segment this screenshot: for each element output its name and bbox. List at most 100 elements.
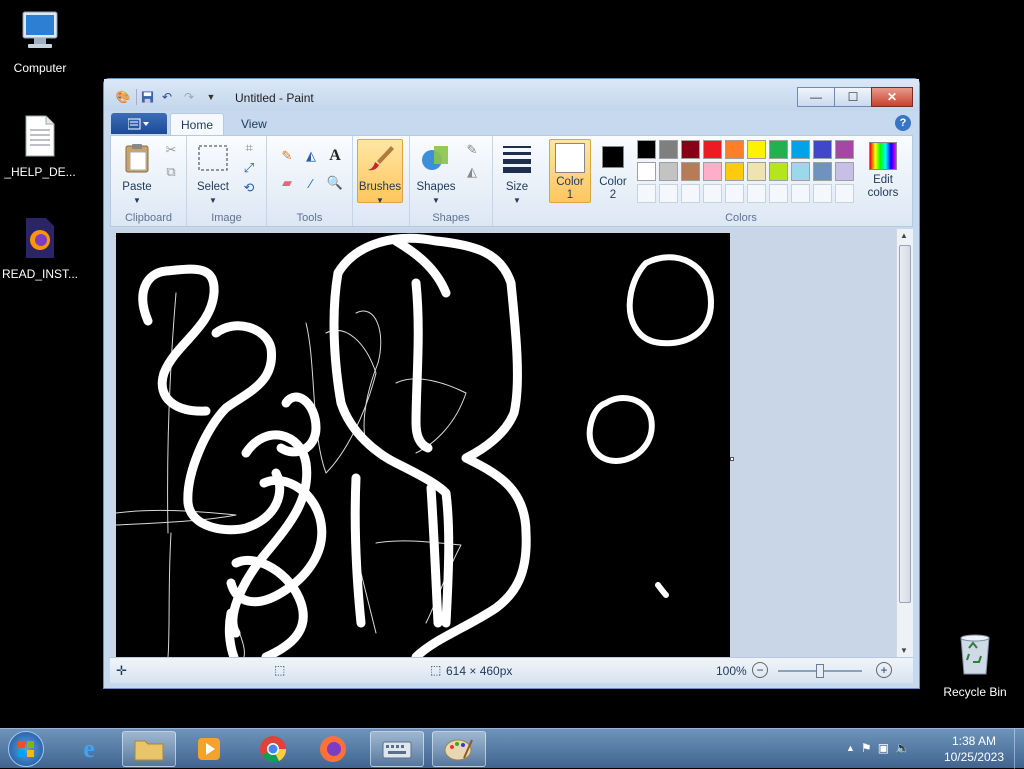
undo-icon[interactable]: ↶: [158, 89, 176, 105]
volume-muted-icon[interactable]: 🔈: [895, 741, 910, 755]
palette-swatch-empty[interactable]: [747, 184, 766, 203]
color1-button[interactable]: Color 1: [549, 139, 591, 203]
customize-toolbar-chevron-icon[interactable]: ▼: [202, 89, 220, 105]
taskbar-media-player[interactable]: [182, 731, 236, 767]
palette-swatch[interactable]: [659, 162, 678, 181]
palette-swatch-empty[interactable]: [835, 184, 854, 203]
show-desktop-button[interactable]: [1014, 729, 1024, 769]
palette-swatch[interactable]: [681, 162, 700, 181]
magnifier-icon[interactable]: 🔍: [325, 173, 345, 193]
canvas-resize-handle[interactable]: [730, 457, 734, 461]
palette-swatch[interactable]: [659, 140, 678, 159]
desktop-icon-help-file[interactable]: _HELP_DE...: [0, 114, 80, 179]
folder-icon: [134, 740, 164, 761]
zoom-slider-thumb[interactable]: [816, 664, 824, 678]
edit-colors-icon: [869, 142, 897, 170]
palette-swatch[interactable]: [769, 140, 788, 159]
palette-swatch-empty[interactable]: [791, 184, 810, 203]
palette-swatch[interactable]: [769, 162, 788, 181]
text-icon[interactable]: A: [325, 146, 345, 166]
taskbar-paint[interactable]: [432, 731, 486, 767]
palette-swatch[interactable]: [747, 162, 766, 181]
shapes-button[interactable]: Shapes ▼: [414, 142, 458, 207]
scroll-thumb[interactable]: [899, 245, 911, 603]
color-picker-icon[interactable]: ⁄: [301, 173, 321, 193]
media-player-icon: [198, 738, 220, 760]
vertical-scrollbar[interactable]: ▲ ▼: [896, 229, 913, 657]
palette-swatch-empty[interactable]: [725, 184, 744, 203]
palette-swatch[interactable]: [813, 140, 832, 159]
palette-swatch[interactable]: [703, 162, 722, 181]
desktop-icon-recycle-bin[interactable]: Recycle Bin: [935, 630, 1015, 699]
copy-icon[interactable]: ⧉: [161, 162, 181, 182]
palette-swatch[interactable]: [637, 140, 656, 159]
palette-swatch[interactable]: [703, 140, 722, 159]
zoom-out-button[interactable]: −: [752, 662, 768, 678]
fill-shape-icon[interactable]: ◭: [462, 162, 482, 182]
rotate-icon[interactable]: ⟲: [239, 178, 259, 198]
palette-swatch[interactable]: [835, 162, 854, 181]
crop-icon[interactable]: ⌗: [239, 138, 259, 158]
select-button[interactable]: Select ▼: [191, 142, 235, 207]
system-tray: ▲ ⚑ ▣ 🔈: [846, 741, 910, 755]
palette-swatch-empty[interactable]: [769, 184, 788, 203]
pencil-icon[interactable]: ✎: [277, 146, 297, 166]
palette-swatch-empty[interactable]: [703, 184, 722, 203]
taskbar-firefox[interactable]: [306, 731, 360, 767]
save-icon[interactable]: [136, 89, 154, 105]
start-button[interactable]: [8, 731, 44, 767]
outline-icon[interactable]: ✎: [462, 140, 482, 160]
network-icon[interactable]: ▣: [878, 741, 889, 755]
palette-swatch[interactable]: [813, 162, 832, 181]
minimize-button[interactable]: —: [797, 87, 835, 107]
palette-swatch[interactable]: [725, 162, 744, 181]
brushes-button[interactable]: Brushes ▼: [357, 139, 403, 205]
palette-swatch-empty[interactable]: [659, 184, 678, 203]
desktop-icon-label: Computer: [13, 61, 67, 75]
tab-home[interactable]: Home: [170, 113, 225, 135]
taskbar-chrome[interactable]: [246, 731, 300, 767]
fill-icon[interactable]: ◭: [301, 146, 321, 166]
zoom-in-button[interactable]: +: [876, 662, 892, 678]
tab-view[interactable]: View: [231, 113, 277, 135]
taskbar-on-screen-keyboard[interactable]: [370, 731, 424, 767]
cut-icon[interactable]: ✂: [161, 140, 181, 160]
palette-swatch[interactable]: [747, 140, 766, 159]
palette-swatch[interactable]: [791, 140, 810, 159]
resize-icon[interactable]: ⤢: [239, 158, 259, 178]
paste-label: Paste: [122, 181, 152, 193]
zoom-slider[interactable]: [778, 664, 862, 678]
color2-number: 2: [609, 189, 617, 201]
color2-button[interactable]: Color 2: [593, 143, 633, 202]
palette-swatch[interactable]: [637, 162, 656, 181]
scroll-up-icon[interactable]: ▲: [900, 231, 908, 240]
palette-swatch[interactable]: [681, 140, 700, 159]
palette-swatch[interactable]: [835, 140, 854, 159]
drawing-canvas[interactable]: [115, 233, 730, 657]
taskbar-file-explorer[interactable]: [122, 731, 176, 767]
desktop-icon-computer[interactable]: Computer: [0, 10, 80, 75]
scroll-down-icon[interactable]: ▼: [900, 646, 908, 655]
palette-swatch-empty[interactable]: [681, 184, 700, 203]
eraser-icon[interactable]: ▰: [277, 173, 297, 193]
paint-app-icon[interactable]: 🎨: [114, 89, 132, 105]
palette-swatch-empty[interactable]: [637, 184, 656, 203]
show-hidden-icons-icon[interactable]: ▲: [846, 743, 855, 755]
help-icon[interactable]: ?: [895, 115, 911, 131]
maximize-button[interactable]: ☐: [834, 87, 872, 107]
paint-menu-button[interactable]: [111, 113, 167, 134]
taskbar-internet-explorer[interactable]: e: [62, 731, 116, 767]
paste-button[interactable]: Paste ▼: [115, 142, 159, 207]
desktop-icon-read-instructions[interactable]: READ_INST...: [0, 216, 80, 281]
size-button[interactable]: Size ▼: [497, 142, 537, 207]
chrome-icon: [260, 736, 287, 763]
taskbar-clock[interactable]: 1:38 AM 10/25/2023: [944, 733, 1004, 765]
redo-icon[interactable]: ↷: [180, 89, 198, 105]
edit-colors-button[interactable]: Edit colors: [859, 142, 907, 200]
action-center-icon[interactable]: ⚑: [861, 741, 872, 755]
palette-swatch[interactable]: [725, 140, 744, 159]
palette-swatch-empty[interactable]: [813, 184, 832, 203]
title-bar[interactable]: 🎨 ↶ ↷ ▼ Untitled - Paint — ☐ ✕: [104, 79, 919, 111]
close-button[interactable]: ✕: [871, 87, 913, 107]
palette-swatch[interactable]: [791, 162, 810, 181]
